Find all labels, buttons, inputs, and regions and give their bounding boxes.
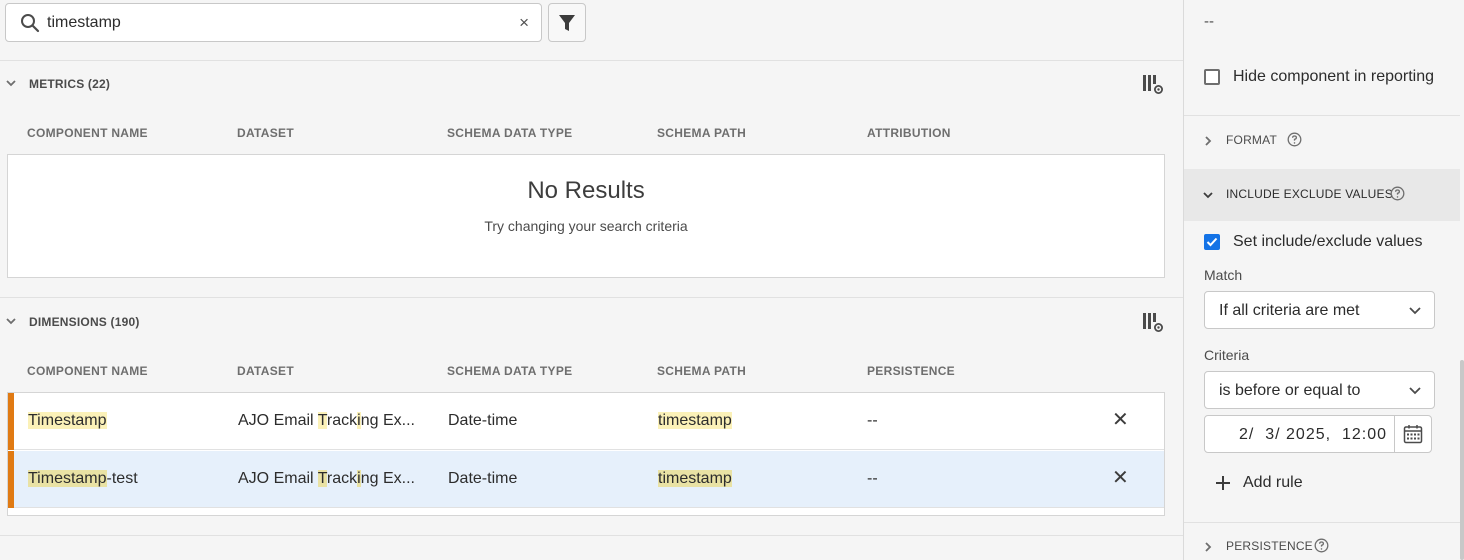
set-include-exclude-checkbox[interactable]: Set include/exclude values [1204, 233, 1422, 251]
table-row[interactable]: Timestamp-test AJO Email Tracking Ex... … [8, 451, 1164, 508]
chevron-down-icon [6, 80, 16, 87]
checkbox-checked[interactable] [1204, 234, 1220, 250]
column-header-schema-data-type[interactable]: SCHEMA DATA TYPE [447, 126, 572, 140]
divider [0, 297, 1183, 298]
divider [0, 60, 1183, 61]
persistence-cell: -- [867, 470, 878, 487]
checkbox-unchecked[interactable] [1204, 69, 1220, 85]
remove-row-icon[interactable]: ✕ [1112, 409, 1129, 431]
datetime-value[interactable]: 2/ 3/ 2025, 12:00 [1239, 426, 1387, 444]
help-icon[interactable] [1390, 186, 1405, 201]
column-settings-icon[interactable] [1142, 311, 1164, 333]
column-header-persistence[interactable]: PERSISTENCE [867, 364, 955, 378]
format-title: FORMAT [1226, 133, 1277, 147]
panel-scrollbar[interactable] [1460, 360, 1464, 560]
dimensions-table: Timestamp AJO Email Tracking Ex... Date-… [7, 392, 1165, 516]
column-header-schema-path[interactable]: SCHEMA PATH [657, 364, 746, 378]
criteria-dropdown[interactable]: is before or equal to [1204, 371, 1435, 409]
add-icon [1216, 476, 1230, 490]
column-header-attribution[interactable]: ATTRIBUTION [867, 126, 951, 140]
persistence-cell: -- [867, 412, 878, 429]
persistence-title: PERSISTENCE [1226, 539, 1313, 553]
match-dropdown-value: If all criteria are met [1219, 302, 1360, 319]
column-header-component-name[interactable]: COMPONENT NAME [27, 364, 148, 378]
schema-data-type-cell: Date-time [448, 470, 518, 487]
schema-path-cell: timestamp [658, 470, 732, 487]
dataset-cell: AJO Email Tracking Ex... [238, 412, 415, 429]
chevron-down-icon [6, 318, 16, 325]
divider [0, 535, 1183, 536]
search-icon [21, 14, 40, 33]
match-label: Match [1204, 267, 1243, 283]
filter-icon [559, 14, 575, 31]
calendar-icon [1403, 425, 1423, 444]
criteria-label: Criteria [1204, 347, 1250, 363]
no-results-title: No Results [527, 177, 645, 204]
chevron-down-icon [1409, 307, 1421, 315]
component-settings-panel: -- Hide component in reporting FORMAT IN… [1183, 0, 1464, 560]
component-name-cell[interactable]: Timestamp [28, 412, 107, 430]
search-field[interactable]: × [5, 3, 542, 42]
help-icon[interactable] [1314, 538, 1329, 553]
match-dropdown[interactable]: If all criteria are met [1204, 291, 1435, 329]
component-name-cell[interactable]: Timestamp-test [28, 470, 138, 488]
metrics-section-header[interactable]: METRICS (22) [0, 71, 1183, 97]
table-row[interactable]: Timestamp AJO Email Tracking Ex... Date-… [8, 393, 1164, 450]
value-placeholder: -- [1204, 13, 1214, 30]
help-icon[interactable] [1287, 132, 1302, 147]
include-exclude-title: INCLUDE EXCLUDE VALUES [1226, 187, 1393, 201]
include-exclude-accordion-header[interactable]: INCLUDE EXCLUDE VALUES [1184, 169, 1460, 221]
set-include-exclude-label: Set include/exclude values [1233, 233, 1423, 250]
format-accordion-header[interactable]: FORMAT [1184, 115, 1460, 167]
chevron-down-icon [1409, 387, 1421, 395]
dimensions-section-title: DIMENSIONS (190) [29, 315, 140, 329]
dataset-cell: AJO Email Tracking Ex... [238, 470, 415, 487]
chevron-right-icon [1205, 136, 1212, 146]
dimensions-column-headers: COMPONENT NAME DATASET SCHEMA DATA TYPE … [0, 364, 1183, 382]
remove-row-icon[interactable]: ✕ [1112, 467, 1129, 489]
metrics-section-title: METRICS (22) [29, 77, 111, 91]
column-header-component-name[interactable]: COMPONENT NAME [27, 126, 148, 140]
metrics-column-headers: COMPONENT NAME DATASET SCHEMA DATA TYPE … [0, 126, 1183, 144]
add-rule-label: Add rule [1243, 474, 1303, 491]
chevron-down-icon [1203, 192, 1213, 199]
hide-component-label: Hide component in reporting [1233, 68, 1435, 85]
calendar-button[interactable] [1394, 415, 1432, 453]
hide-component-checkbox[interactable]: Hide component in reporting [1204, 68, 1434, 86]
column-header-dataset[interactable]: DATASET [237, 126, 294, 140]
column-header-schema-path[interactable]: SCHEMA PATH [657, 126, 746, 140]
add-rule-button[interactable]: Add rule [1214, 474, 1303, 492]
chevron-right-icon [1205, 542, 1212, 552]
checkmark-icon [1206, 237, 1218, 247]
column-settings-icon[interactable] [1142, 73, 1164, 95]
metrics-empty-state: No Results Try changing your search crit… [7, 154, 1165, 278]
column-header-schema-data-type[interactable]: SCHEMA DATA TYPE [447, 364, 572, 378]
row-status-marker [8, 451, 14, 508]
persistence-accordion-header[interactable]: PERSISTENCE [1184, 521, 1460, 560]
search-input[interactable] [47, 12, 507, 34]
clear-search-icon[interactable]: × [519, 12, 529, 34]
schema-path-cell: timestamp [658, 412, 732, 429]
components-pane: × METRICS (22) COMPONENT NAME DATASET SC… [0, 0, 1183, 560]
row-status-marker [8, 393, 14, 450]
schema-data-type-cell: Date-time [448, 412, 518, 429]
filter-button[interactable] [548, 3, 586, 42]
dimensions-section-header[interactable]: DIMENSIONS (190) [0, 309, 1183, 335]
datetime-input[interactable]: 2/ 3/ 2025, 12:00 [1204, 415, 1395, 453]
no-results-subtitle: Try changing your search criteria [484, 218, 688, 234]
column-header-dataset[interactable]: DATASET [237, 364, 294, 378]
criteria-dropdown-value: is before or equal to [1219, 382, 1361, 399]
